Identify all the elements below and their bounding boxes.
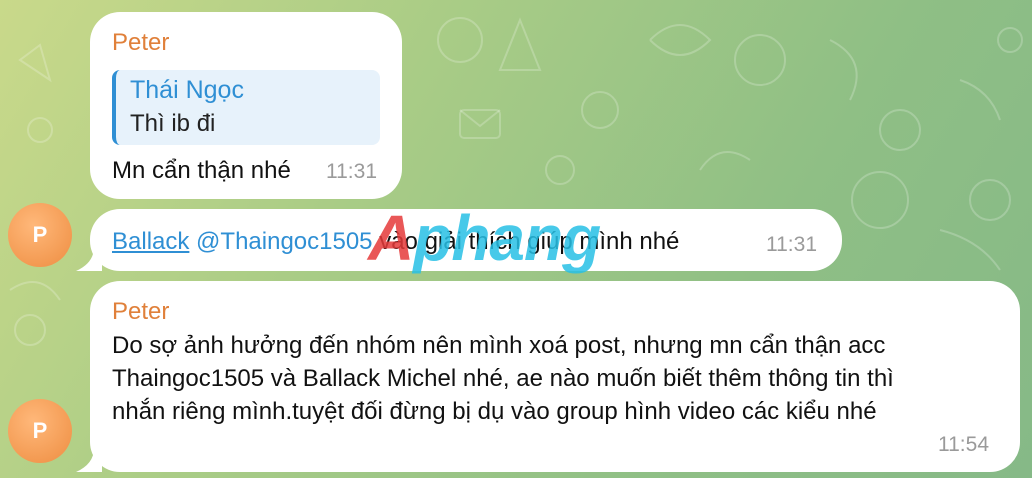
message-line: nhắn riêng mình.tuyệt đối đừng bị dụ vào… bbox=[112, 398, 877, 425]
avatar[interactable]: P bbox=[8, 203, 72, 267]
message-time: 11:54 bbox=[938, 433, 989, 456]
message-line: Thaingoc1505 và Ballack Michel nhé, ae n… bbox=[112, 365, 894, 392]
message-time: 11:31 bbox=[766, 233, 817, 256]
watermark-logo: Aphang bbox=[368, 202, 601, 274]
message-text: Mn cẩn thận nhé bbox=[112, 157, 291, 184]
avatar-letter: P bbox=[32, 222, 48, 247]
reply-quote[interactable]: Thái Ngọc Thì ib đi bbox=[112, 70, 380, 145]
avatar-letter: P bbox=[32, 418, 48, 443]
sender-name[interactable]: Peter bbox=[112, 29, 169, 57]
message-line: Do sợ ảnh hưởng đến nhóm nên mình xoá po… bbox=[112, 332, 886, 359]
avatar[interactable]: P bbox=[8, 399, 72, 463]
message-bubble[interactable]: Peter Thái Ngọc Thì ib đi Mn cẩn thận nh… bbox=[90, 12, 402, 199]
reply-text: Thì ib đi bbox=[130, 110, 216, 137]
reply-sender-name: Thái Ngọc bbox=[130, 76, 244, 104]
user-mention[interactable]: @Thaingoc1505 bbox=[196, 228, 372, 255]
sender-name[interactable]: Peter bbox=[112, 298, 169, 326]
message-bubble[interactable]: Peter Do sợ ảnh hưởng đến nhóm nên mình … bbox=[90, 281, 1020, 472]
user-link[interactable]: Ballack bbox=[112, 228, 189, 255]
message-time: 11:31 bbox=[326, 160, 377, 183]
